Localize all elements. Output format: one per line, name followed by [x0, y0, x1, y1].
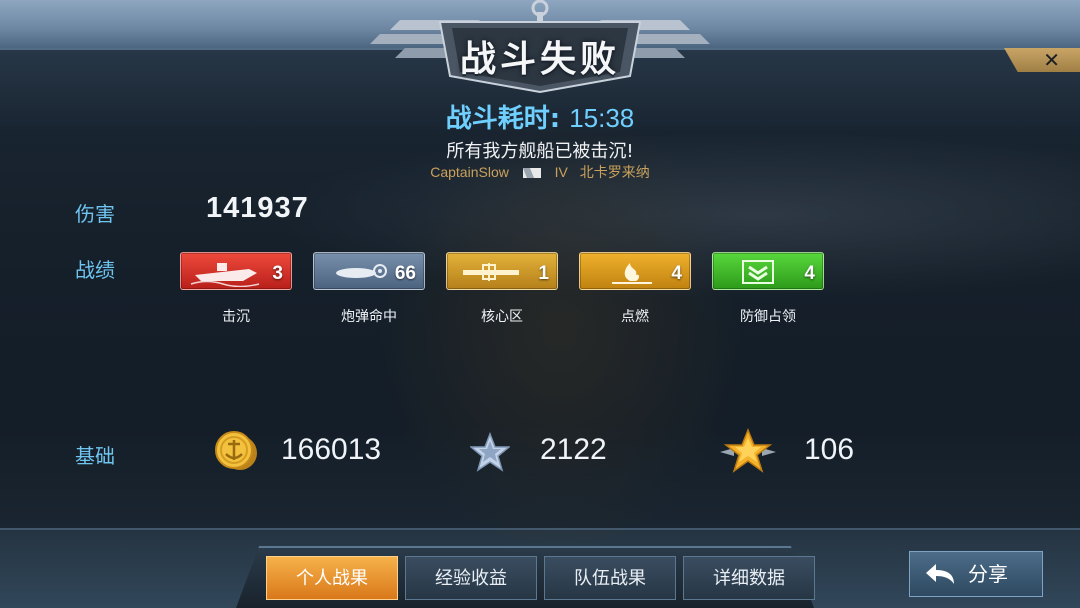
achievement-fire[interactable]: 4 [579, 252, 691, 290]
achievement-label: 点燃 [621, 309, 649, 325]
achievement-count: 3 [272, 263, 283, 284]
achievement-count: 4 [804, 263, 815, 284]
base-label: 基础 [75, 444, 115, 468]
damage-label: 伤害 [75, 202, 115, 226]
fire-icon [612, 263, 652, 284]
battle-result-title: 战斗失败 [459, 39, 620, 80]
player-name: CaptainSlow [430, 164, 509, 180]
tab-team-results[interactable]: 队伍战果 [544, 556, 676, 600]
xp-star-icon [470, 432, 510, 472]
xp-value: 2122 [540, 433, 607, 466]
captain-xp-icon [720, 428, 776, 473]
nation-flag-icon [522, 168, 541, 179]
duration-value: 15:38 [569, 103, 635, 133]
achievement-label: 防御占领 [740, 309, 796, 325]
ship-tier: IV [554, 164, 568, 180]
achievement-sink[interactable]: 3 [180, 252, 292, 290]
battle-duration: 战斗耗时: 15:38 [0, 98, 1080, 135]
player-info: CaptainSlow IV 北卡罗来纳 [0, 162, 1080, 182]
share-label: 分享 [968, 562, 1008, 586]
achievement-shell-hit[interactable]: 66 [313, 252, 425, 290]
achievement-label: 击沉 [222, 309, 250, 325]
ship-name: 北卡罗来纳 [579, 164, 650, 180]
tab-xp-earnings[interactable]: 经验收益 [405, 556, 537, 600]
achievement-count: 4 [671, 263, 682, 284]
credits-value: 166013 [281, 433, 382, 466]
defend-capture-icon [742, 260, 774, 284]
result-message: 所有我方舰船已被击沉! [446, 141, 634, 162]
credits-coin-icon [215, 431, 257, 470]
share-button[interactable]: 分享 [909, 551, 1043, 597]
achievement-label: 炮弹命中 [341, 309, 397, 325]
close-icon: ✕ [1043, 48, 1060, 72]
achievements-label: 战绩 [75, 258, 115, 282]
result-banner: 战斗失败 [330, 0, 750, 96]
duration-label: 战斗耗时: [445, 104, 561, 134]
achievement-count: 1 [538, 263, 549, 284]
shell-hit-icon [336, 264, 387, 278]
sink-ship-icon [190, 263, 260, 287]
share-arrow-icon [926, 564, 954, 584]
achievement-label: 核心区 [481, 309, 523, 325]
tab-detailed-data[interactable]: 详细数据 [683, 556, 815, 600]
achievement-count: 66 [394, 263, 416, 284]
panel-bottom-divider [0, 528, 1080, 530]
captain-xp-value: 106 [804, 433, 855, 466]
tab-personal-results[interactable]: 个人战果 [266, 556, 398, 600]
achievement-citadel[interactable]: 1 [446, 252, 558, 290]
citadel-icon [463, 263, 519, 281]
achievement-defend-capture[interactable]: 4 [712, 252, 824, 290]
damage-value: 141937 [206, 192, 309, 224]
